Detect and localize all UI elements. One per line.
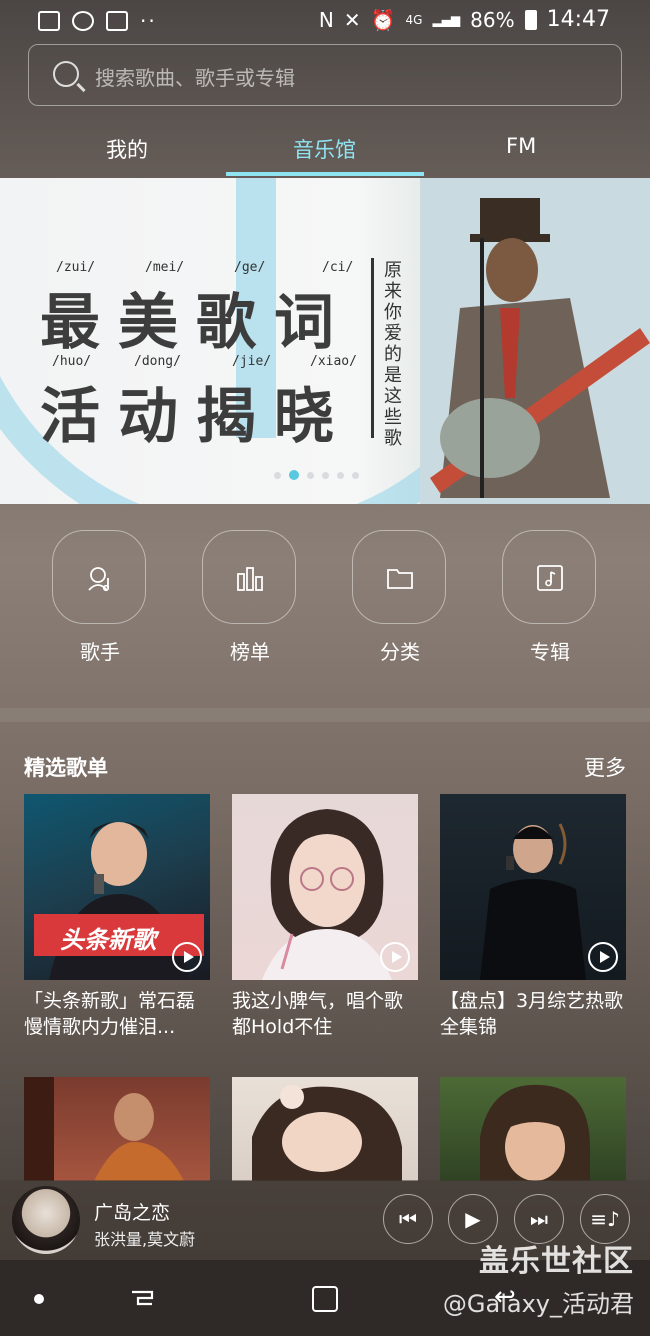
playlist-title[interactable]: 我这小脾气，唱个歌都Hold不住 [232,988,418,1040]
banner-pagination [274,470,359,480]
pagination-dot-active[interactable] [289,470,299,480]
pinyin-label: /mei/ [145,260,185,275]
folder-icon [387,569,413,589]
pinyin-label: /huo/ [52,354,92,369]
album-art[interactable] [12,1186,80,1254]
category-singer-button[interactable] [52,530,146,624]
nfc-icon: N [318,7,334,32]
now-playing-artist[interactable]: 张洪量,莫文蔚 [94,1226,195,1250]
category-label: 榜单 [230,640,270,664]
tab-fm[interactable]: FM [506,134,536,158]
playlist-cover[interactable] [24,1077,210,1181]
playlist-cover[interactable] [232,1077,418,1181]
active-tab-indicator [226,172,424,176]
banner-vertical-text: 原来你爱的是这些歌 [384,260,402,449]
playlist-card[interactable]: 【盘点】3月综艺热歌全集锦 [440,794,626,1040]
pagination-dot[interactable] [322,471,329,479]
watermark-handle: @Galaxy_活动君 [442,1290,634,1318]
pinyin-label: /ci/ [322,260,354,275]
network-indicator: 4G [405,12,423,27]
playlist-cover[interactable] [440,794,626,980]
battery-icon [524,9,537,30]
pinyin-label: /xiao/ [310,354,357,369]
banner-musician-illustration [420,178,650,504]
more-link[interactable]: 更多 [584,752,626,782]
category-genre[interactable]: 分类 [352,530,448,665]
playlist-title[interactable]: 「头条新歌」常石磊慢情歌内力催泪... [24,988,210,1040]
category-label: 歌手 [80,640,120,664]
chart-icon [237,567,263,591]
play-icon[interactable] [380,942,410,972]
status-bar: ·· N ✕ ⏰ 4G ▂▄▆ 86% 14:47 [0,0,650,40]
headline-badge-text: 头条新歌 [60,926,156,954]
search-icon [53,61,79,87]
section-title: 精选歌单 [24,756,108,780]
more-notifications-icon: ·· [140,9,157,33]
sync-icon [72,11,94,31]
singer-photo [24,1077,184,1181]
now-playing-title[interactable]: 广岛之恋 [94,1198,170,1225]
category-album-button[interactable] [502,530,596,624]
pinyin-label: /ge/ [234,260,266,275]
category-genre-button[interactable] [352,530,446,624]
banner-divider [371,258,374,438]
pagination-dot[interactable] [337,471,344,479]
pagination-dot[interactable] [352,471,359,479]
category-singer[interactable]: 歌手 [52,530,148,665]
boy-photo [480,1084,590,1181]
pagination-dot[interactable] [307,471,314,479]
gallery-icon [38,11,60,31]
playlist-card[interactable]: 头条新歌 「头条新歌」常石磊慢情歌内力催泪... [24,794,210,1040]
recent-apps-icon[interactable] [130,1286,154,1310]
category-chart-button[interactable] [202,530,296,624]
watermark-title: 盖乐世社区 [479,1244,634,1279]
album-icon [537,565,563,591]
playlist-title[interactable]: 【盘点】3月综艺热歌全集锦 [440,988,626,1040]
pinyin-label: /dong/ [134,354,181,369]
pagination-dot[interactable] [274,471,281,479]
tab-music-hall[interactable]: 音乐馆 [293,134,356,164]
playlist-cover[interactable] [440,1077,626,1181]
playlist-cover[interactable] [232,794,418,980]
girl-photo [252,1085,402,1181]
playlist-card[interactable]: 我这小脾气，唱个歌都Hold不住 [232,794,418,1040]
playlist-cover[interactable]: 头条新歌 [24,794,210,980]
category-label: 专辑 [530,640,570,664]
category-label: 分类 [380,640,420,664]
signal-icon: ▂▄▆ [432,12,461,27]
section-divider [0,708,650,722]
category-album[interactable]: 专辑 [502,530,598,665]
nav-dot-icon[interactable] [34,1294,44,1304]
mute-icon: ✕ [343,7,361,32]
previous-icon: ⏮ [399,1207,417,1231]
home-icon[interactable] [312,1286,338,1312]
previous-button[interactable]: ⏮ [383,1194,433,1244]
battery-percent: 86% [470,7,515,32]
category-chart[interactable]: 榜单 [202,530,298,665]
search-placeholder: 搜索歌曲、歌手或专辑 [95,66,295,90]
search-input[interactable]: 搜索歌曲、歌手或专辑 [28,44,622,106]
clock: 14:47 [546,7,610,32]
alarm-icon: ⏰ [370,7,396,32]
shopping-bag-icon [106,11,128,31]
pinyin-label: /jie/ [232,354,272,369]
pinyin-label: /zui/ [56,260,96,275]
play-icon[interactable] [588,942,618,972]
banner-title-line2: 活动揭晓 [40,382,352,452]
promo-banner[interactable]: /zui/ /mei/ /ge/ /ci/ 最美歌词 /huo/ /dong/ … [0,178,650,504]
tab-bar: 我的 音乐馆 FM [0,120,650,176]
banner-title-line1: 最美歌词 [40,288,352,358]
tab-mine[interactable]: 我的 [106,134,148,164]
play-icon[interactable] [172,942,202,972]
singer-icon [88,567,110,592]
